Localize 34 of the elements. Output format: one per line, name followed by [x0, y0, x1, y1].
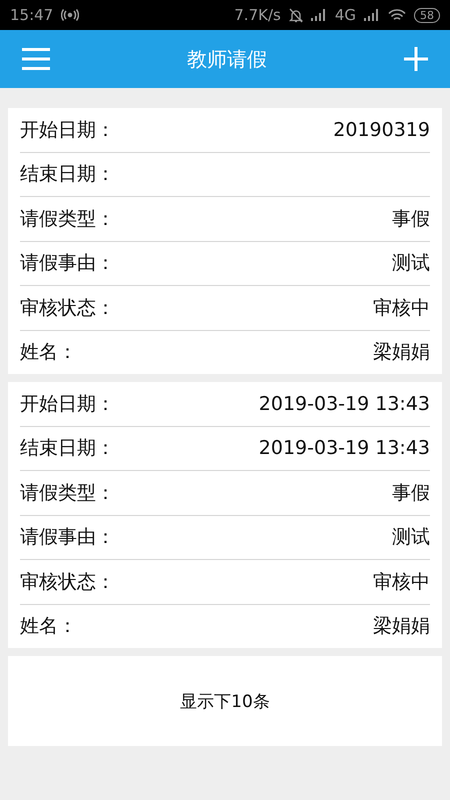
signal-icon — [310, 9, 327, 21]
field-value: 事假 — [392, 206, 430, 232]
field-label: 审核状态： — [20, 296, 115, 321]
field-value: 20190319 — [333, 118, 430, 141]
field-label: 请假类型： — [20, 480, 115, 506]
network-speed: 7.7K/s — [234, 6, 281, 24]
field-label: 开始日期： — [20, 392, 115, 417]
signal-icon — [364, 9, 380, 21]
field-label: 结束日期： — [20, 162, 115, 188]
field-label: 姓名： — [20, 340, 77, 366]
field-label: 结束日期： — [20, 436, 115, 462]
clock: 15:47 — [10, 6, 54, 24]
muted-bell-icon — [288, 8, 303, 22]
wifi-icon — [388, 8, 406, 22]
field-value: 审核中 — [373, 570, 430, 595]
page-title: 教师请假 — [187, 46, 267, 72]
field-value: 梁娟娟 — [373, 340, 430, 366]
hotspot-icon — [61, 9, 80, 21]
field-label: 请假类型： — [20, 206, 115, 232]
field-value: 测试 — [392, 525, 430, 550]
field-value: 事假 — [392, 480, 430, 506]
field-value: 审核中 — [373, 296, 430, 321]
network-type: 4G — [334, 6, 356, 24]
field-label: 姓名： — [20, 614, 77, 640]
field-label: 审核状态： — [20, 570, 115, 595]
field-label: 请假事由： — [20, 251, 115, 276]
field-label: 请假事由： — [20, 525, 115, 550]
field-label: 开始日期： — [20, 118, 115, 143]
field-value: 测试 — [392, 251, 430, 276]
field-value: 2019-03-19 13:43 — [258, 437, 430, 460]
field-value: 2019-03-19 13:43 — [258, 392, 430, 415]
load-more-button[interactable]: 显示下10条 — [8, 656, 442, 746]
field-value: 梁娟娟 — [373, 614, 430, 640]
battery-level: 58 — [414, 8, 440, 22]
